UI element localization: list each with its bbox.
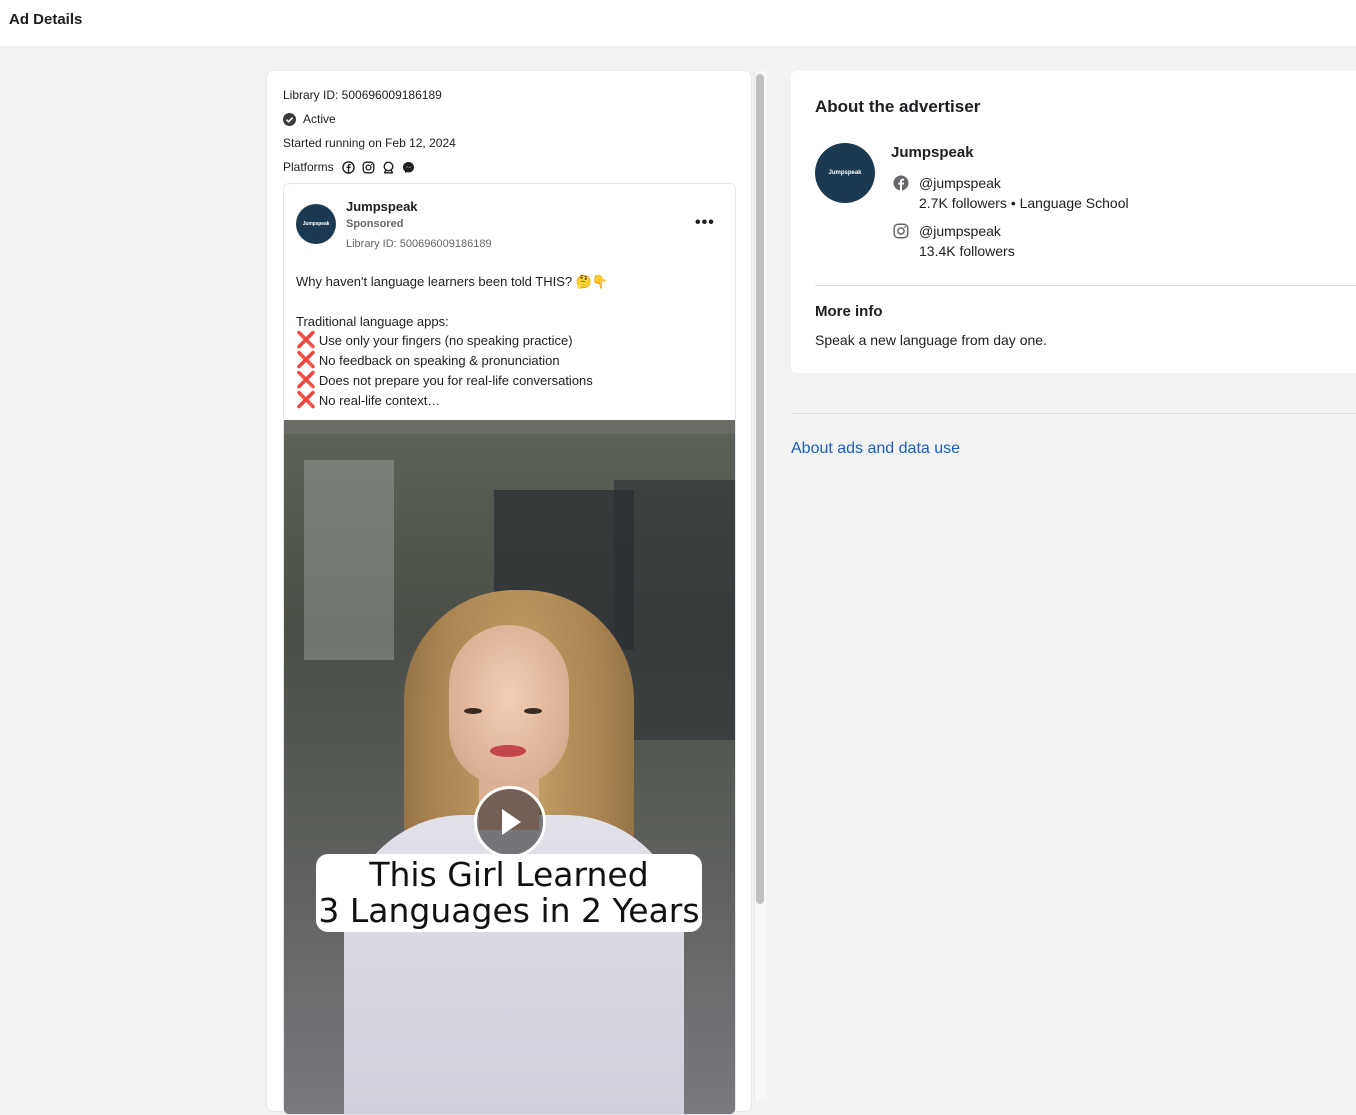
facebook-icon (341, 160, 355, 174)
sponsored-label: Sponsored (346, 218, 404, 230)
check-circle-icon (283, 112, 296, 126)
more-options-icon[interactable]: ••• (695, 214, 715, 232)
instagram-icon (893, 223, 909, 239)
shelf-top-decor (284, 420, 735, 434)
facebook-stats: 2.7K followers • Language School (919, 195, 1129, 211)
caption-line-2: 3 Languages in 2 Years (318, 891, 700, 930)
video-caption: This Girl Learned 3 Languages in 2 Years (316, 854, 702, 932)
platforms-row: Platforms (283, 160, 415, 174)
ad-video[interactable]: This Girl Learned 3 Languages in 2 Years (284, 420, 735, 1114)
more-info-title: More info (815, 303, 883, 320)
start-date: Started running on Feb 12, 2024 (283, 136, 456, 150)
platforms-label: Platforms (283, 160, 334, 174)
window-decor (304, 460, 394, 660)
section-divider (791, 413, 1356, 414)
top-bar: Ad Details (0, 0, 1356, 46)
x-mark-icon: ❌ (296, 332, 316, 349)
list-item: ❌ No real-life context… (296, 392, 441, 409)
advertiser-name[interactable]: Jumpspeak (346, 199, 418, 214)
about-advertiser-title: About the advertiser (815, 97, 981, 116)
status-badge: Active (303, 112, 336, 126)
page-title: Ad Details (9, 11, 83, 28)
about-ads-link[interactable]: About ads and data use (791, 440, 960, 458)
ad-headline: Why haven't language learners been told … (296, 274, 609, 289)
x-mark-icon: ❌ (296, 372, 316, 389)
preview-library-id: Library ID: 500696009186189 (346, 238, 492, 250)
x-mark-icon: ❌ (296, 352, 316, 369)
avatar[interactable]: Jumpspeak (296, 204, 336, 244)
facebook-handle[interactable]: @jumpspeak (919, 175, 1001, 191)
advertiser-panel-name[interactable]: Jumpspeak (891, 144, 974, 161)
person-face (449, 625, 569, 785)
person-eye (464, 708, 482, 714)
library-id: Library ID: 500696009186189 (283, 88, 442, 102)
play-icon (502, 809, 521, 835)
ad-list-intro: Traditional language apps: (296, 314, 449, 329)
play-button[interactable] (474, 786, 546, 858)
instagram-handle[interactable]: @jumpspeak (919, 223, 1001, 239)
person-lips (490, 745, 526, 757)
ad-preview: Jumpspeak Jumpspeak Sponsored Library ID… (283, 183, 736, 1115)
more-info-text: Speak a new language from day one. (815, 332, 1047, 348)
person-eye (524, 708, 542, 714)
facebook-icon (893, 175, 909, 191)
status-row: Active (283, 112, 336, 126)
list-item: ❌ Use only your fingers (no speaking prac… (296, 332, 573, 349)
messenger-icon (402, 161, 414, 173)
instagram-stats: 13.4K followers (919, 243, 1015, 259)
x-mark-icon: ❌ (296, 392, 316, 409)
advertiser-panel: About the advertiser Jumpspeak Jumpspeak… (791, 71, 1356, 373)
advertiser-avatar[interactable]: Jumpspeak (815, 143, 875, 203)
list-item: ❌ Does not prepare you for real-life conv… (296, 372, 593, 389)
scrollbar-thumb[interactable] (756, 74, 764, 904)
audience-network-icon (383, 160, 394, 173)
ad-detail-card: Library ID: 500696009186189 Active Start… (267, 71, 751, 1115)
panel-divider (815, 285, 1356, 286)
caption-line-1: This Girl Learned (369, 855, 649, 894)
list-item: ❌ No feedback on speaking & pronunciation (296, 352, 560, 369)
instagram-icon (362, 161, 375, 173)
